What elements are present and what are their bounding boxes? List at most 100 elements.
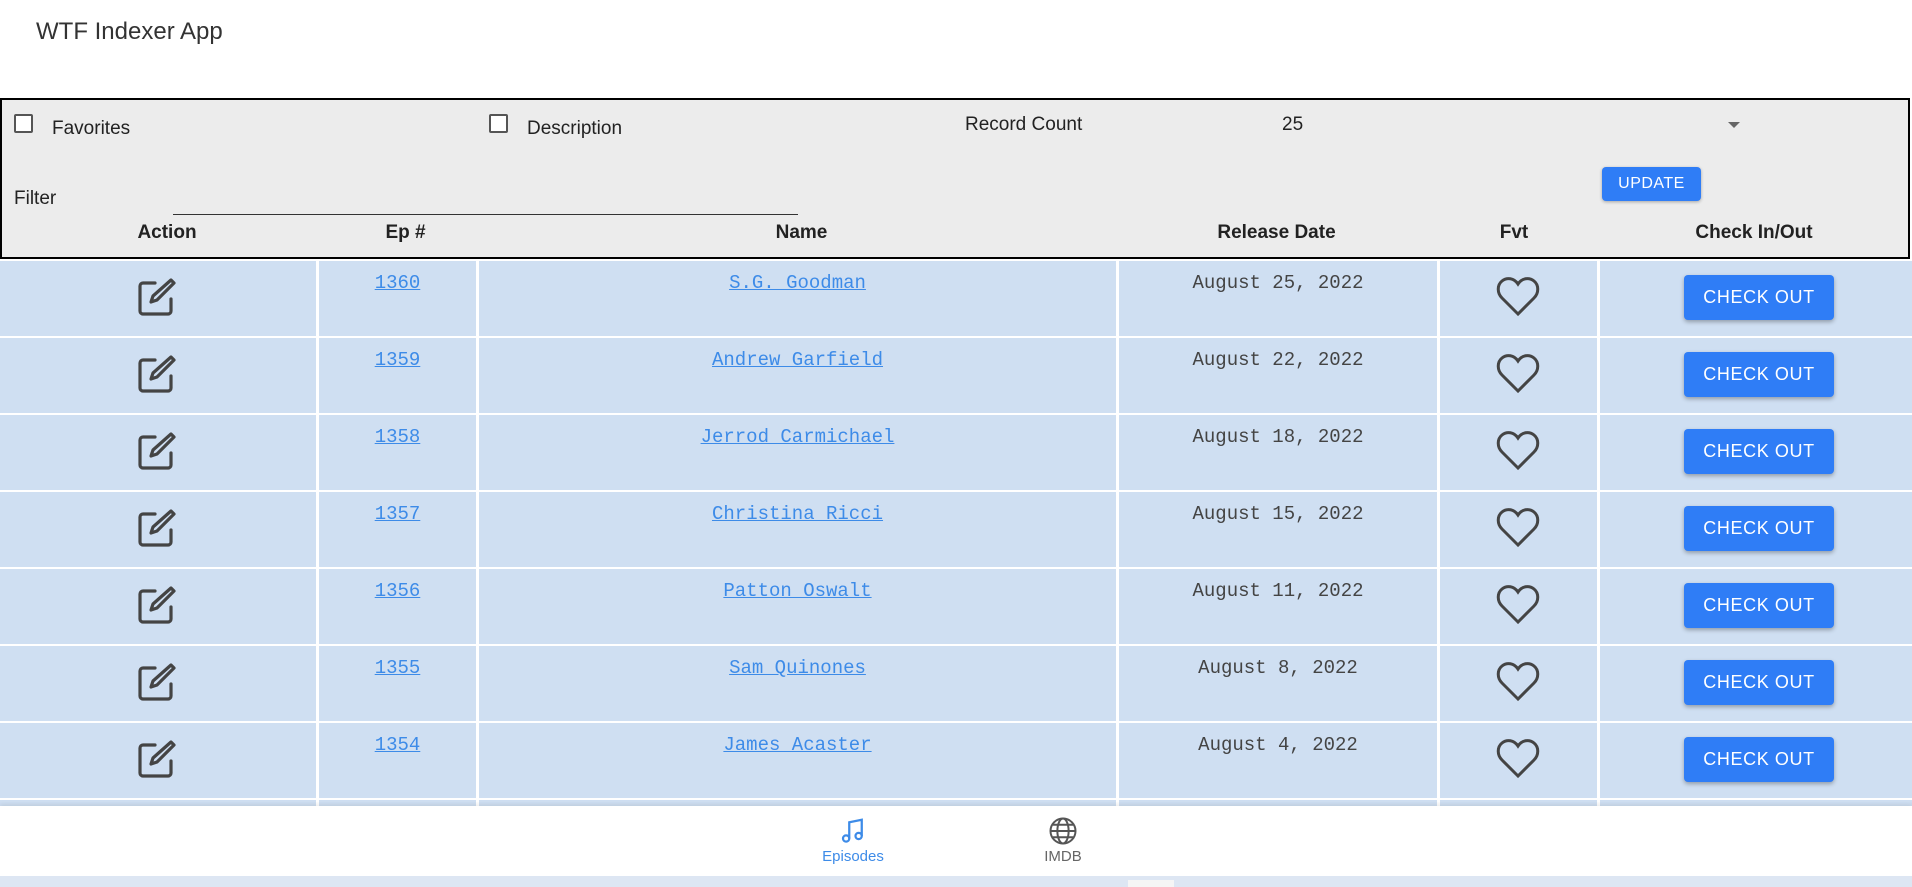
release-date: August 11, 2022: [1192, 580, 1364, 602]
heart-icon[interactable]: [1495, 659, 1541, 703]
favorite-cell: [1440, 415, 1597, 490]
filter-label: Filter: [14, 188, 57, 209]
favorite-cell: [1440, 569, 1597, 644]
episode-name-link[interactable]: Andrew Garfield: [479, 349, 1116, 371]
heart-icon[interactable]: [1495, 736, 1541, 780]
episode-name-link[interactable]: James Acaster: [479, 734, 1116, 756]
episode-number-link[interactable]: 1356: [319, 580, 476, 602]
release-date: August 25, 2022: [1192, 272, 1364, 294]
heart-icon[interactable]: [1495, 505, 1541, 549]
favorites-checkbox[interactable]: [14, 114, 33, 133]
episode-name-link[interactable]: Sam Quinones: [479, 657, 1116, 679]
episode-name-link[interactable]: S.G. Goodman: [479, 272, 1116, 294]
favorite-cell: [1440, 723, 1597, 798]
name-cell: Sam Quinones: [479, 646, 1116, 721]
favorites-toggle[interactable]: Favorites: [14, 114, 130, 140]
release-date: August 4, 2022: [1198, 734, 1358, 756]
table-row: 1360 S.G. Goodman August 25, 2022 CHECK OUT: [0, 261, 1912, 336]
check-out-button[interactable]: CHECK OUT: [1684, 429, 1834, 474]
episode-number-link[interactable]: 1358: [319, 426, 476, 448]
column-header-action: Action: [137, 222, 197, 243]
release-date-cell: August 11, 2022: [1119, 569, 1437, 644]
edit-icon[interactable]: [134, 429, 178, 473]
check-cell: CHECK OUT: [1600, 569, 1912, 644]
check-out-button[interactable]: CHECK OUT: [1684, 506, 1834, 551]
episode-name-link[interactable]: Jerrod Carmichael: [479, 426, 1116, 448]
episode-number-link[interactable]: 1359: [319, 349, 476, 371]
update-button[interactable]: UPDATE: [1602, 167, 1701, 201]
episode-name-link[interactable]: Patton Oswalt: [479, 580, 1116, 602]
nav-imdb-label: IMDB: [1044, 848, 1082, 865]
favorite-cell: [1440, 646, 1597, 721]
chevron-down-icon[interactable]: [1728, 122, 1740, 128]
description-checkbox[interactable]: [489, 114, 508, 133]
name-cell: Patton Oswalt: [479, 569, 1116, 644]
table-row: 1354 James Acaster August 4, 2022 CHECK OUT: [0, 723, 1912, 798]
episode-number-link[interactable]: 1360: [319, 272, 476, 294]
episode-number-link[interactable]: 1355: [319, 657, 476, 679]
check-out-button[interactable]: CHECK OUT: [1684, 583, 1834, 628]
check-out-button[interactable]: CHECK OUT: [1684, 660, 1834, 705]
bottom-nav: Episodes IMDB: [0, 806, 1912, 876]
action-cell: [0, 415, 316, 490]
release-date-cell: August 18, 2022: [1119, 415, 1437, 490]
ep-cell: 1358: [319, 415, 476, 490]
heart-icon[interactable]: [1495, 351, 1541, 395]
release-date: August 18, 2022: [1192, 426, 1364, 448]
favorites-label: Favorites: [52, 118, 131, 139]
release-date-cell: August 25, 2022: [1119, 261, 1437, 336]
heart-icon[interactable]: [1495, 274, 1541, 318]
check-cell: CHECK OUT: [1600, 646, 1912, 721]
scroll-indicator: [1128, 880, 1174, 887]
ep-cell: 1359: [319, 338, 476, 413]
episode-number-link[interactable]: 1354: [319, 734, 476, 756]
music-note-icon: [841, 818, 863, 843]
release-date-cell: August 4, 2022: [1119, 723, 1437, 798]
edit-icon[interactable]: [134, 275, 178, 319]
edit-icon[interactable]: [134, 352, 178, 396]
name-cell: Andrew Garfield: [479, 338, 1116, 413]
name-cell: S.G. Goodman: [479, 261, 1116, 336]
filter-input[interactable]: [173, 186, 798, 215]
edit-icon[interactable]: [134, 583, 178, 627]
check-cell: CHECK OUT: [1600, 338, 1912, 413]
record-count-label: Record Count: [965, 114, 1083, 135]
column-header-check-in-out: Check In/Out: [1695, 222, 1813, 243]
action-cell: [0, 492, 316, 567]
nav-episodes[interactable]: Episodes: [793, 816, 913, 865]
heart-icon[interactable]: [1495, 428, 1541, 472]
table-row: 1357 Christina Ricci August 15, 2022 CHECK …: [0, 492, 1912, 567]
check-cell: CHECK OUT: [1600, 415, 1912, 490]
ep-cell: 1360: [319, 261, 476, 336]
episode-number-link[interactable]: 1357: [319, 503, 476, 525]
check-out-button[interactable]: CHECK OUT: [1684, 352, 1834, 397]
episode-name-link[interactable]: Christina Ricci: [479, 503, 1116, 525]
globe-icon: [1049, 817, 1077, 845]
description-toggle[interactable]: Description: [489, 114, 622, 140]
check-cell: CHECK OUT: [1600, 723, 1912, 798]
table-row: 1358 Jerrod Carmichael August 18, 2022 CHEC…: [0, 415, 1912, 490]
nav-episodes-label: Episodes: [822, 848, 884, 865]
episodes-grid: 1360 S.G. Goodman August 25, 2022 CHECK OUT…: [0, 261, 1912, 806]
check-out-button[interactable]: CHECK OUT: [1684, 275, 1834, 320]
check-out-button[interactable]: CHECK OUT: [1684, 737, 1834, 782]
table-row: 1359 Andrew Garfield August 22, 2022 CHECK …: [0, 338, 1912, 413]
action-cell: [0, 646, 316, 721]
action-cell: [0, 338, 316, 413]
column-header-name: Name: [775, 222, 828, 243]
column-header-fvt: Fvt: [1499, 222, 1529, 243]
edit-icon[interactable]: [134, 660, 178, 704]
favorite-cell: [1440, 338, 1597, 413]
release-date-cell: August 8, 2022: [1119, 646, 1437, 721]
edit-icon[interactable]: [134, 506, 178, 550]
record-count-select[interactable]: 25: [1282, 114, 1303, 136]
table-row: 1356 Patton Oswalt August 11, 2022 CHECK OU…: [0, 569, 1912, 644]
favorite-cell: [1440, 492, 1597, 567]
table-row: 1355 Sam Quinones August 8, 2022 CHECK OUT: [0, 646, 1912, 721]
column-header-ep: Ep #: [385, 222, 426, 243]
release-date: August 8, 2022: [1198, 657, 1358, 679]
heart-icon[interactable]: [1495, 582, 1541, 626]
nav-imdb[interactable]: IMDB: [1003, 816, 1123, 865]
favorite-cell: [1440, 261, 1597, 336]
edit-icon[interactable]: [134, 737, 178, 781]
